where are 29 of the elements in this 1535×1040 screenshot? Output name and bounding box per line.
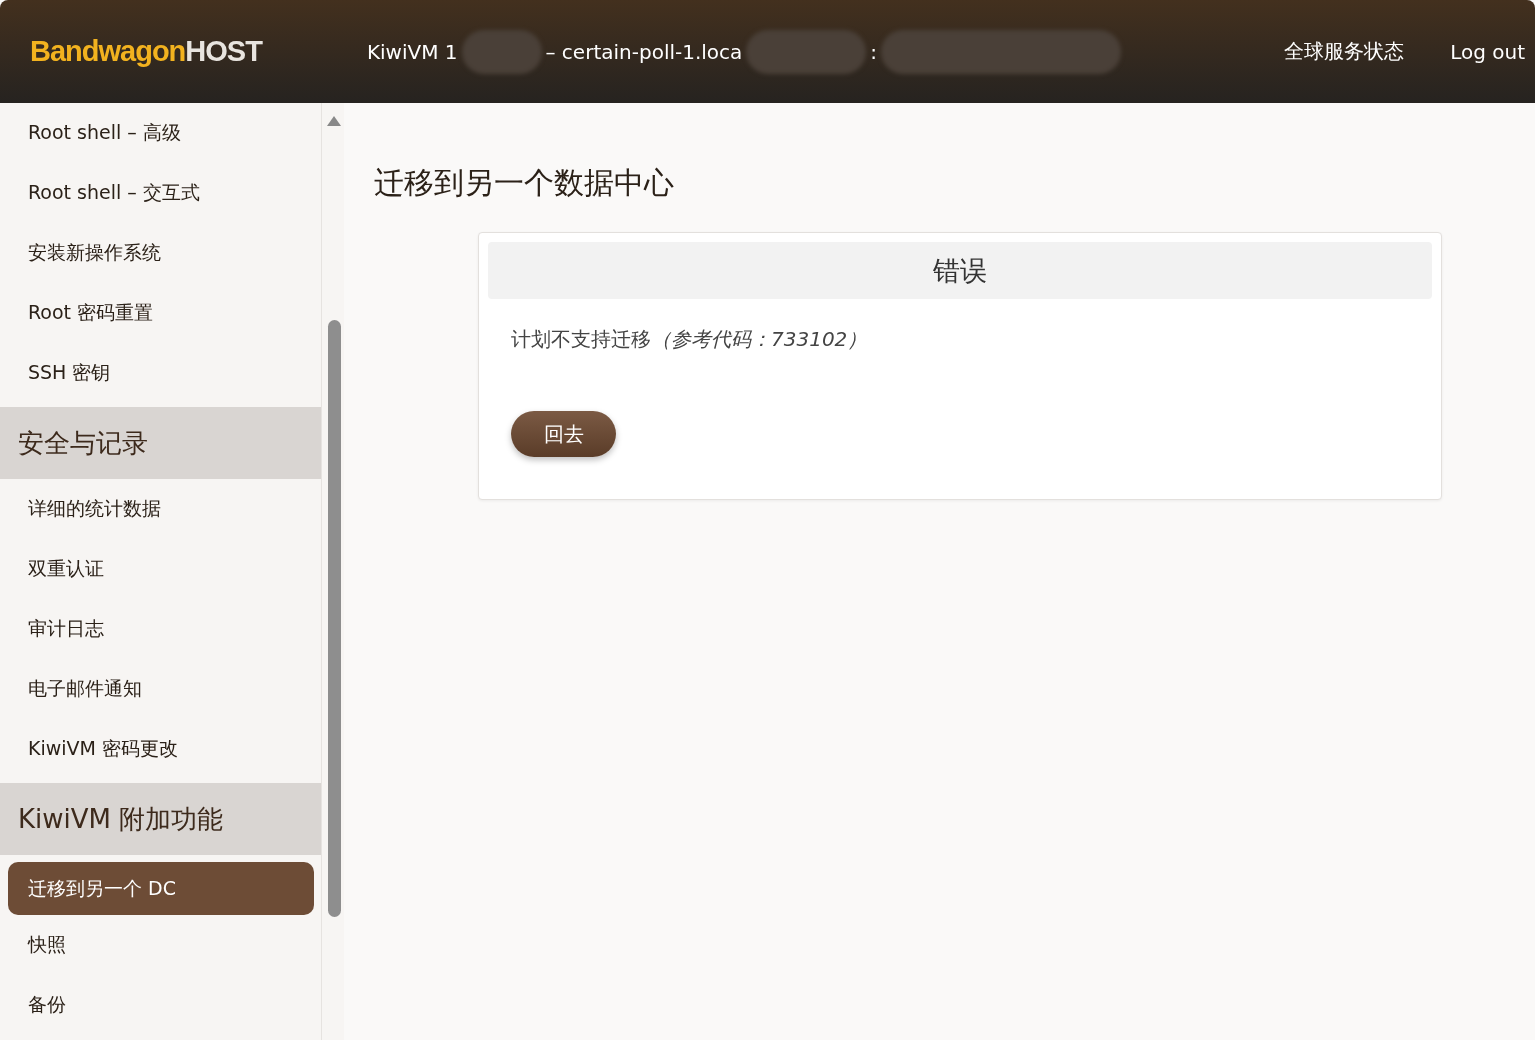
logo-text: HOST: [185, 35, 262, 68]
logo-text: Bandwagon: [30, 35, 186, 68]
header-link[interactable]: 全球服务状态: [1284, 38, 1405, 65]
sidebar-item[interactable]: Root 密码重置: [0, 283, 321, 343]
logo[interactable]: BandwagonHOST: [30, 35, 262, 68]
sidebar-section: 安全与记录: [0, 407, 321, 479]
sidebar-item[interactable]: 迁移到另一个 DC: [8, 862, 314, 915]
error-message: 计划不支持迁移（参考代码：733102）: [511, 326, 869, 353]
sidebar-item[interactable]: Root shell – 交互式: [0, 163, 321, 223]
server-title: :: [870, 39, 878, 64]
server-title: – certain-poll-1.loca: [545, 39, 743, 64]
sidebar-item[interactable]: KiwiVM 密码更改: [0, 719, 321, 779]
scroll-up-icon[interactable]: [327, 116, 341, 126]
sidebar-item[interactable]: 电子邮件通知: [0, 659, 321, 719]
back-button[interactable]: 回去: [511, 411, 616, 457]
scrollbar-thumb[interactable]: [328, 320, 341, 917]
sidebar-item[interactable]: 快照: [0, 915, 321, 975]
header-link[interactable]: Log out: [1450, 39, 1525, 64]
sidebar-item[interactable]: SSH 密钥: [0, 343, 321, 403]
sidebar-item[interactable]: 详细的统计数据: [0, 479, 321, 539]
card-title: 错误: [488, 242, 1432, 299]
server-title: KiwiVM 1: [366, 39, 458, 64]
sidebar-section: KiwiVM 附加功能: [0, 783, 321, 855]
sidebar-item[interactable]: 审计日志: [0, 599, 321, 659]
sidebar-item[interactable]: Root shell – 高级: [0, 103, 321, 163]
sidebar-item[interactable]: 双重认证: [0, 539, 321, 599]
page-title: 迁移到另一个数据中心: [374, 164, 675, 202]
sidebar-item[interactable]: 安装新操作系统: [0, 223, 321, 283]
sidebar-item[interactable]: 备份: [0, 975, 321, 1035]
